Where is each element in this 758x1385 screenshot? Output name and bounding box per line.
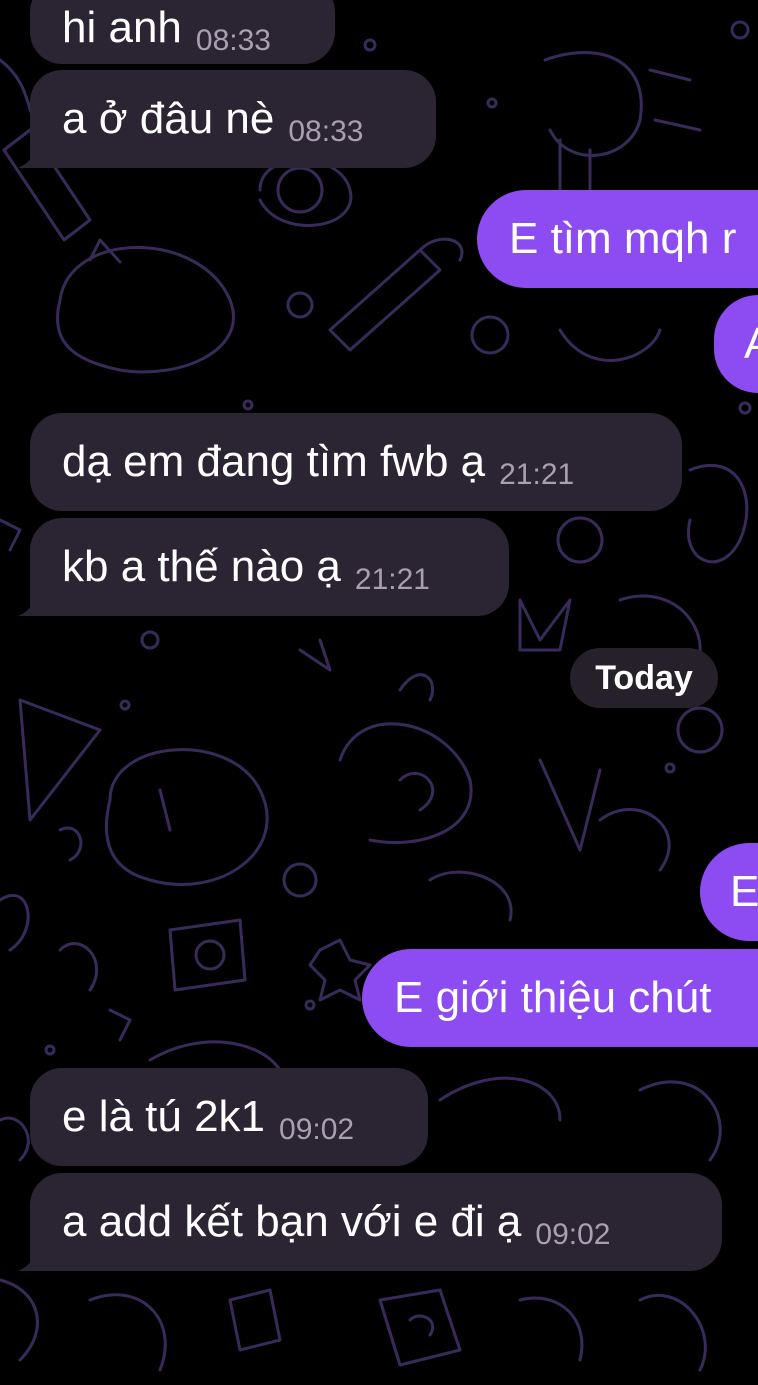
bubble-tail: [18, 1237, 52, 1271]
message-bubble-incoming[interactable]: kb a thế nào ạ 21:21: [30, 518, 509, 616]
message-timestamp: 21:21: [499, 458, 575, 491]
message-bubble-incoming[interactable]: a ở đâu nè 08:33: [30, 70, 436, 168]
message-text: A: [744, 295, 758, 393]
message-text: E tìm mqh r: [509, 214, 737, 263]
message-text: hi anh: [62, 3, 182, 52]
message-bubble-incoming[interactable]: hi anh 08:33: [30, 0, 335, 64]
chat-window[interactable]: hi anh 08:33 a ở đâu nè 08:33 E tìm mqh r …: [0, 0, 758, 1385]
bubble-tail: [18, 134, 52, 168]
message-timestamp: 08:33: [288, 115, 364, 148]
message-timestamp: 09:02: [535, 1218, 611, 1251]
message-text: E giới thiệu chút: [394, 973, 712, 1022]
message-bubble-incoming[interactable]: dạ em đang tìm fwb ạ 21:21: [30, 413, 682, 511]
message-timestamp: 21:21: [354, 563, 430, 596]
message-text: E: [730, 867, 758, 916]
date-separator: Today: [570, 648, 718, 708]
message-text: kb a thế nào ạ: [62, 542, 341, 591]
message-bubble-incoming[interactable]: e là tú 2k1 09:02: [30, 1068, 428, 1166]
message-timestamp: 08:33: [195, 24, 271, 57]
message-timestamp: 09:02: [279, 1113, 355, 1146]
message-text: a ở đâu nè: [62, 94, 275, 143]
message-bubble-outgoing[interactable]: E tìm mqh r: [477, 190, 758, 288]
message-bubble-incoming[interactable]: a add kết bạn với e đi ạ 09:02: [30, 1173, 722, 1271]
message-bubble-outgoing[interactable]: E giới thiệu chút: [362, 949, 758, 1047]
message-text: a add kết bạn với e đi ạ: [62, 1197, 522, 1246]
message-text: dạ em đang tìm fwb ạ: [62, 437, 486, 486]
message-text: e là tú 2k1: [62, 1092, 266, 1141]
bubble-tail: [18, 582, 52, 616]
